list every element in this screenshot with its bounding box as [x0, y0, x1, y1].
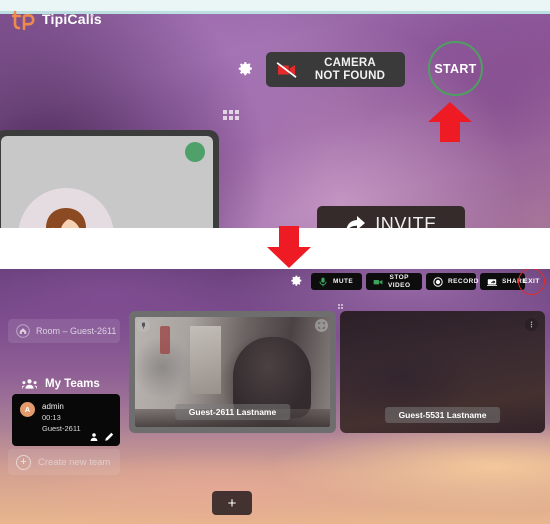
- pin-icon[interactable]: [137, 319, 150, 332]
- create-new-team-label: Create new team: [38, 456, 111, 468]
- my-teams-label: My Teams: [45, 378, 100, 390]
- member-name: admin: [42, 402, 64, 411]
- tipicalls-logo-icon[interactable]: [12, 10, 36, 30]
- microphone-icon: [318, 277, 328, 287]
- start-button-label: START: [434, 61, 477, 76]
- video-tile[interactable]: Guest-5531 Lastname: [340, 311, 545, 433]
- member-actions: [89, 432, 114, 442]
- stop-video-button[interactable]: STOP VIDEO: [366, 273, 422, 290]
- room-label: Room – Guest-2611: [36, 326, 117, 336]
- person-avatar-icon: [30, 198, 102, 228]
- invite-button-label: INVITE: [375, 213, 437, 229]
- record-circle-icon: [433, 276, 443, 287]
- mute-button-label: MUTE: [333, 277, 354, 285]
- home-icon: [16, 324, 30, 338]
- precall-screen: CAMERA NOT FOUND START INVITE: [0, 14, 550, 228]
- self-view-window: [0, 130, 219, 228]
- plus-circle-icon: +: [16, 454, 31, 470]
- exit-button[interactable]: EXIT: [518, 268, 545, 295]
- camera-status-text: CAMERA NOT FOUND: [314, 57, 386, 82]
- video-camera-icon: [373, 277, 383, 287]
- grid-dots-icon[interactable]: [223, 110, 239, 120]
- record-button[interactable]: RECORD: [426, 273, 479, 290]
- more-icon[interactable]: [525, 318, 538, 331]
- tile-drag-handle[interactable]: [338, 304, 343, 309]
- my-teams-header: My Teams: [22, 378, 100, 390]
- add-people-icon[interactable]: [89, 432, 99, 442]
- gear-icon[interactable]: [290, 274, 303, 287]
- camera-off-icon: [276, 61, 298, 79]
- screenshot-root: CAMERA NOT FOUND START INVITE TipiCalls …: [0, 0, 550, 524]
- mute-button[interactable]: MUTE: [311, 273, 362, 290]
- gear-icon[interactable]: [237, 60, 254, 77]
- add-participant-button[interactable]: +: [212, 491, 252, 515]
- red-down-arrow-annotation: [267, 226, 311, 268]
- share-arrow-icon: [345, 215, 366, 228]
- expand-icon[interactable]: [315, 319, 328, 332]
- exit-button-label: EXIT: [523, 278, 540, 285]
- create-new-team-button[interactable]: + Create new team: [8, 449, 120, 475]
- start-button[interactable]: START: [428, 41, 483, 96]
- tile-participant-label: Guest-2611 Lastname: [174, 404, 291, 420]
- invite-button[interactable]: INVITE: [317, 206, 465, 228]
- room-indicator[interactable]: Room – Guest-2611: [8, 319, 120, 343]
- self-view-video: [1, 136, 213, 228]
- tile-participant-label: Guest-5531 Lastname: [384, 407, 501, 423]
- member-room: Guest-2611: [42, 424, 81, 433]
- video-tile[interactable]: Guest-2611 Lastname: [129, 311, 336, 433]
- edit-pencil-icon[interactable]: [104, 432, 114, 442]
- team-member-card[interactable]: A admin 00:13 Guest-2611: [12, 394, 120, 446]
- chevron-down-icon[interactable]: ▾: [90, 12, 94, 21]
- online-status-dot: [185, 142, 205, 162]
- red-up-arrow-annotation: [428, 102, 472, 142]
- people-icon: [22, 378, 37, 390]
- screen-share-icon: [487, 277, 497, 287]
- stop-video-button-label: STOP VIDEO: [388, 274, 411, 289]
- camera-status-pill[interactable]: CAMERA NOT FOUND: [266, 52, 405, 87]
- member-duration: 00:13: [42, 413, 61, 422]
- avatar: A: [20, 402, 35, 417]
- record-button-label: RECORD: [448, 277, 479, 285]
